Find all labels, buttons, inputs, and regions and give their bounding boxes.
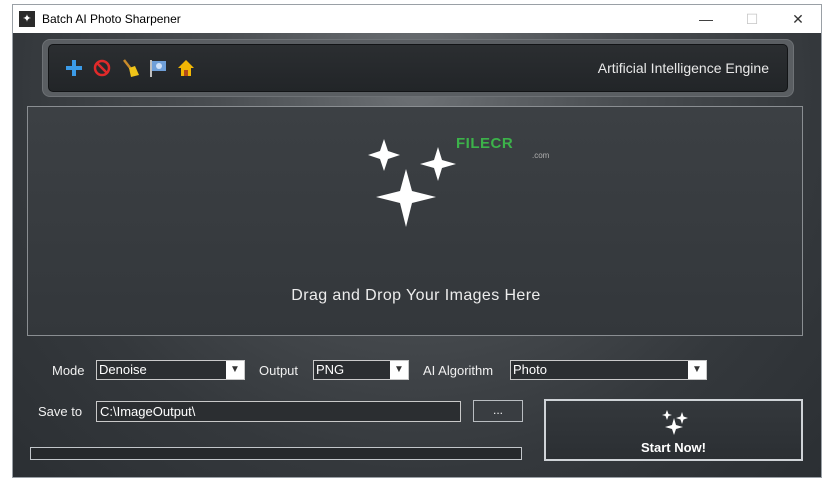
chevron-down-icon: ▼ bbox=[226, 361, 244, 379]
chevron-down-icon: ▼ bbox=[688, 361, 706, 379]
minimize-button[interactable]: — bbox=[683, 5, 729, 33]
image-drop-zone[interactable]: FILECR .com Drag and Drop Your Images He… bbox=[27, 106, 803, 336]
drop-prompt: Drag and Drop Your Images Here bbox=[291, 287, 541, 304]
watermark-brand: FILECR bbox=[456, 135, 514, 152]
algorithm-value: Photo bbox=[513, 362, 547, 377]
mode-value: Denoise bbox=[99, 362, 147, 377]
mode-select[interactable]: Denoise ▼ bbox=[96, 360, 245, 380]
algorithm-select[interactable]: Photo ▼ bbox=[510, 360, 707, 380]
chevron-down-icon: ▼ bbox=[390, 361, 408, 379]
sparkles-icon bbox=[662, 410, 688, 435]
close-icon: ✕ bbox=[792, 10, 804, 27]
app-window: ✦ Batch AI Photo Sharpener — ☐ ✕ Artific… bbox=[12, 4, 822, 478]
flag-icon[interactable] bbox=[148, 57, 168, 79]
progress-bar bbox=[30, 447, 522, 460]
window-title: Batch AI Photo Sharpener bbox=[42, 12, 181, 26]
save-to-label: Save to bbox=[38, 404, 83, 419]
title-bar[interactable]: ✦ Batch AI Photo Sharpener — ☐ ✕ bbox=[13, 5, 821, 33]
add-icon[interactable] bbox=[64, 57, 84, 79]
close-button[interactable]: ✕ bbox=[775, 5, 821, 33]
toolbar: Artificial Intelligence Engine bbox=[48, 44, 788, 92]
mode-label: Mode bbox=[52, 363, 85, 378]
home-icon[interactable] bbox=[176, 57, 196, 79]
start-now-label: Start Now! bbox=[641, 440, 706, 455]
client-area: Artificial Intelligence Engine FILECR .c… bbox=[13, 33, 821, 477]
algorithm-label: AI Algorithm bbox=[423, 363, 494, 378]
maximize-button[interactable]: ☐ bbox=[729, 5, 775, 33]
output-label: Output bbox=[259, 363, 299, 378]
save-path-input[interactable]: C:\ImageOutput\ bbox=[96, 401, 461, 422]
engine-label: Artificial Intelligence Engine bbox=[597, 60, 769, 76]
watermark-logo: FILECR .com bbox=[446, 135, 566, 171]
remove-icon[interactable] bbox=[92, 57, 112, 79]
start-now-button[interactable]: Start Now! bbox=[544, 399, 803, 461]
save-path-value: C:\ImageOutput\ bbox=[100, 404, 196, 419]
browse-button[interactable]: ... bbox=[473, 400, 523, 422]
output-value: PNG bbox=[316, 362, 345, 377]
maximize-icon: ☐ bbox=[745, 10, 759, 27]
watermark-domain: .com bbox=[532, 151, 550, 160]
output-select[interactable]: PNG ▼ bbox=[313, 360, 409, 380]
minimize-icon: — bbox=[699, 11, 713, 27]
app-icon: ✦ bbox=[19, 11, 35, 27]
clear-broom-icon[interactable] bbox=[120, 57, 140, 79]
